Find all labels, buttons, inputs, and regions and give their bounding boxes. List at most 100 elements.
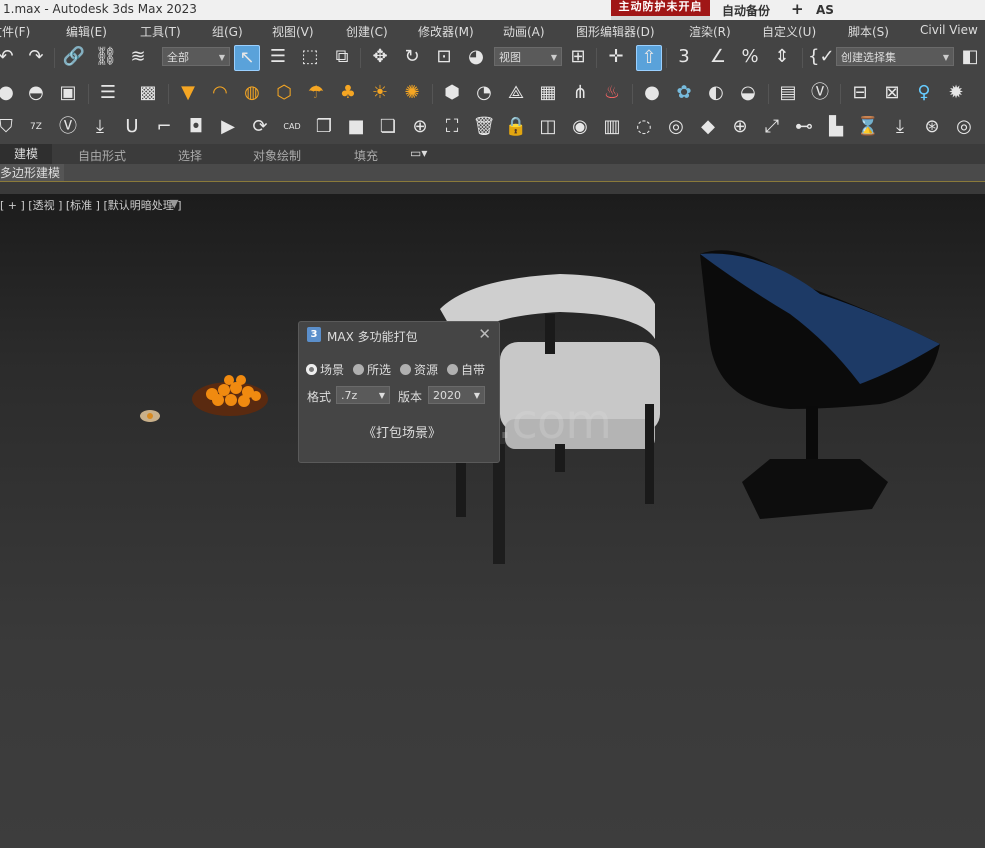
select-object-icon[interactable]: ↖: [234, 45, 260, 71]
mirror-icon[interactable]: ◧: [958, 45, 982, 69]
ies-light-icon[interactable]: ⬡: [272, 81, 296, 105]
fit-icon[interactable]: ⛶: [440, 115, 464, 139]
polygon-modeling-panel-title[interactable]: 多边形建模: [0, 164, 65, 182]
menu-customize[interactable]: 自定义(U): [762, 23, 816, 40]
perspective-viewport[interactable]: [ + ] [透视 ] [标准 ] [默认明暗处理 ] ▼: [0, 194, 985, 848]
percent-snap-icon[interactable]: %: [738, 45, 762, 69]
target-icon[interactable]: ◎: [664, 115, 688, 139]
ruler-icon[interactable]: ⊷: [792, 115, 816, 139]
angle-snap-icon[interactable]: ∠: [706, 45, 730, 69]
sphere-proxy-icon[interactable]: ◔: [472, 81, 496, 105]
lightbulb-icon[interactable]: ◌: [632, 115, 656, 139]
autosave-button[interactable]: 自动备份: [722, 2, 770, 19]
version-select[interactable]: 2020: [428, 386, 485, 404]
dome-light-icon[interactable]: ◠: [208, 81, 232, 105]
ring-icon[interactable]: ◎: [952, 115, 976, 139]
plus-button[interactable]: +: [791, 0, 804, 18]
sphere-light-icon[interactable]: ◍: [240, 81, 264, 105]
pack-scene-button[interactable]: 《打包场景》: [363, 422, 441, 441]
menu-edit[interactable]: 编辑(E): [66, 23, 107, 40]
render-camera-icon[interactable]: ⊟: [848, 81, 872, 105]
menu-create[interactable]: 创建(C): [346, 23, 388, 40]
v-badge-icon[interactable]: Ⓥ: [56, 115, 80, 139]
spinner-snap-icon[interactable]: ⇕: [770, 45, 794, 69]
format-select[interactable]: .7z: [336, 386, 390, 404]
tab-populate[interactable]: 填充: [354, 147, 378, 164]
copy-icon[interactable]: ❐: [312, 115, 336, 139]
rectangle-selection-icon[interactable]: ⬚: [298, 45, 322, 69]
duplicate-icon[interactable]: ❏: [376, 115, 400, 139]
tab-object-paint[interactable]: 对象绘制: [253, 147, 301, 164]
mesh-light-icon[interactable]: ♣: [336, 81, 360, 105]
add-file-icon[interactable]: ⊕: [408, 115, 432, 139]
split-icon[interactable]: ▥: [600, 115, 624, 139]
pivot-center-icon[interactable]: ⊞: [566, 45, 590, 69]
u-icon[interactable]: U: [120, 115, 144, 139]
edit-named-selection-icon[interactable]: {✓}: [808, 45, 846, 69]
as-button[interactable]: AS: [816, 3, 834, 17]
protection-warning-badge[interactable]: 主动防护未开启: [611, 0, 710, 20]
ambient-light-icon[interactable]: ✺: [400, 81, 424, 105]
menu-graph-editors[interactable]: 图形编辑器(D): [576, 23, 655, 40]
spot-light-icon[interactable]: ☂: [304, 81, 328, 105]
trash-icon[interactable]: 🗑: [472, 115, 496, 139]
v-ray-icon[interactable]: Ⓥ: [808, 81, 832, 105]
move-icon[interactable]: ✥: [368, 45, 392, 69]
menu-civil-view[interactable]: Civil View: [920, 23, 978, 37]
scale-icon[interactable]: ⊡: [432, 45, 456, 69]
wheel-icon[interactable]: ⊛: [920, 115, 944, 139]
lock-icon[interactable]: 🔒: [504, 115, 528, 139]
keyboard-shortcut-override-icon[interactable]: ⇧: [636, 45, 662, 71]
snap-toggle-icon[interactable]: 3: [672, 45, 696, 69]
menu-view[interactable]: 视图(V): [272, 23, 314, 40]
sun-light-icon[interactable]: ☀: [368, 81, 392, 105]
radio-selected[interactable]: 所选: [353, 361, 391, 378]
tab-selection[interactable]: 选择: [178, 147, 202, 164]
redo-icon[interactable]: ↷: [24, 45, 48, 69]
material-editor-icon[interactable]: ◒: [736, 81, 760, 105]
sphere-material-icon[interactable]: ●: [640, 81, 664, 105]
stairs-icon[interactable]: ⌐: [152, 115, 176, 139]
menu-rendering[interactable]: 渲染(R): [689, 23, 731, 40]
camera-icon[interactable]: ▩: [136, 81, 160, 105]
globe-icon[interactable]: ⊕: [728, 115, 752, 139]
menu-tools[interactable]: 工具(T): [140, 23, 181, 40]
placement-icon[interactable]: ◕: [464, 45, 488, 69]
select-by-name-icon[interactable]: ☰: [266, 45, 290, 69]
link-icon[interactable]: 🔗: [62, 45, 86, 69]
unlink-icon[interactable]: ⛓: [94, 45, 118, 69]
align-icon[interactable]: ▙: [824, 115, 848, 139]
selection-filter-dropdown[interactable]: 全部: [162, 47, 230, 67]
tab-freeform[interactable]: 自由形式: [78, 147, 126, 164]
tag-icon[interactable]: ◆: [696, 115, 720, 139]
render-setup-icon[interactable]: ▣: [56, 81, 80, 105]
window-crossing-icon[interactable]: ⧉: [330, 45, 354, 69]
menu-scripting[interactable]: 脚本(S): [848, 23, 889, 40]
list-icon[interactable]: ☰: [96, 81, 120, 105]
frame-buffer-icon[interactable]: ▤: [776, 81, 800, 105]
fire-icon[interactable]: ♨: [600, 81, 624, 105]
plane-icon[interactable]: ⟁: [504, 81, 528, 105]
render-region-icon[interactable]: ⊠: [880, 81, 904, 105]
paste-icon[interactable]: ■: [344, 115, 368, 139]
eye-icon[interactable]: ◉: [568, 115, 592, 139]
export-icon[interactable]: ⤓: [888, 115, 912, 139]
radio-scene[interactable]: 场景: [306, 361, 344, 378]
box-proxy-icon[interactable]: ⬢: [440, 81, 464, 105]
select-manipulate-icon[interactable]: ✛: [604, 45, 628, 69]
menu-modifiers[interactable]: 修改器(M): [418, 23, 474, 40]
rotate-icon[interactable]: ↻: [400, 45, 424, 69]
light-icon[interactable]: ▼: [176, 81, 200, 105]
sync-icon[interactable]: ⟳: [248, 115, 272, 139]
ribbon-options-icon[interactable]: ▭▾: [410, 146, 427, 160]
radio-assets[interactable]: 资源: [400, 361, 438, 378]
menu-file[interactable]: 文件(F): [0, 23, 30, 40]
grass-icon[interactable]: ⋔: [568, 81, 592, 105]
teapot-icon[interactable]: ●: [0, 81, 18, 105]
cad-icon[interactable]: CAD: [280, 115, 304, 139]
7z-icon[interactable]: 7Z: [24, 115, 48, 139]
named-selection-set-dropdown[interactable]: 创建选择集: [836, 47, 954, 67]
video-icon[interactable]: ▶: [216, 115, 240, 139]
undo-icon[interactable]: ↶: [0, 45, 18, 69]
snapshot-icon[interactable]: ◘: [184, 115, 208, 139]
